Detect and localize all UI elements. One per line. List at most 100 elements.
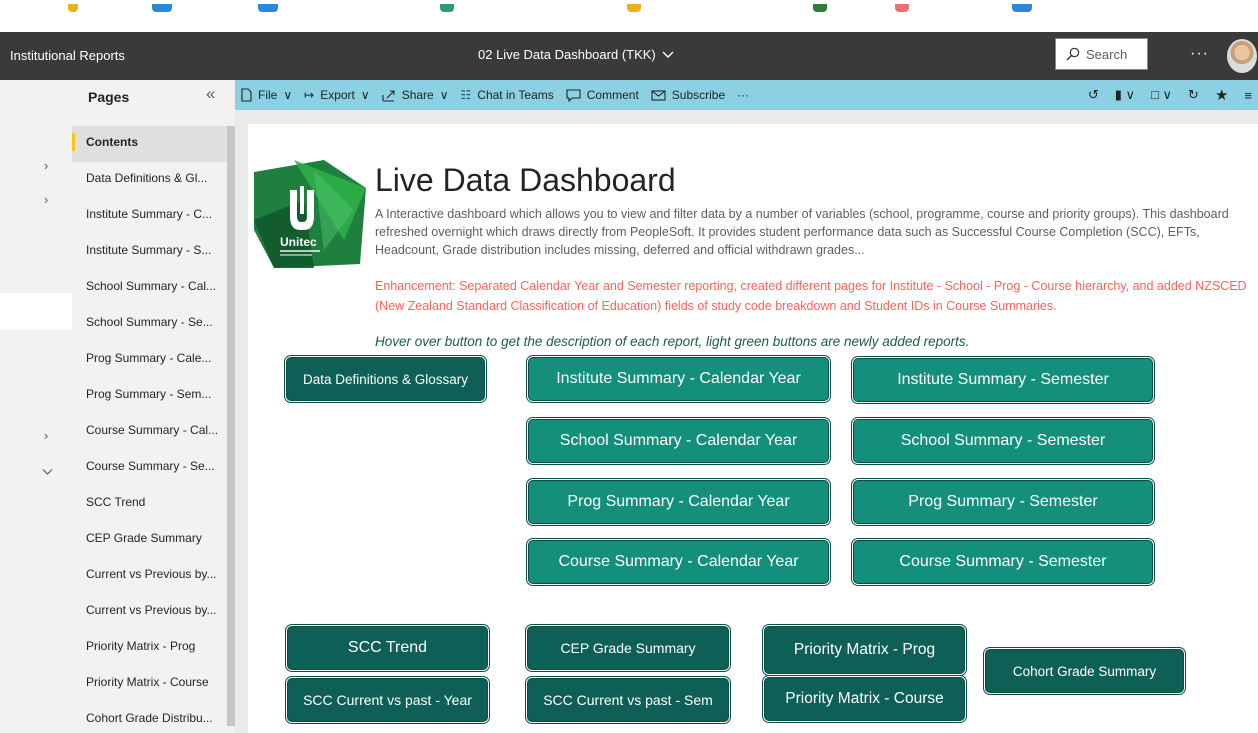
data-definitions-button[interactable]: Data Definitions & Glossary bbox=[287, 358, 484, 400]
report-page: Unitec Live Data Dashboard A Interactive… bbox=[248, 124, 1258, 733]
bookmark-icon[interactable] bbox=[895, 4, 909, 12]
report-canvas: Unitec Live Data Dashboard A Interactive… bbox=[235, 110, 1258, 733]
rail-band bbox=[0, 330, 72, 733]
scc-trend-button[interactable]: SCC Trend bbox=[288, 627, 487, 669]
view-icon[interactable]: □ ∨ bbox=[1151, 87, 1172, 103]
page-item-contents[interactable]: Contents bbox=[72, 126, 227, 162]
report-toolbar: File ∨ ↦ Export ∨ Share ∨ ☷ Chat in Team… bbox=[235, 80, 1258, 110]
bookmark-icon[interactable] bbox=[68, 4, 78, 12]
bookmark-icon[interactable]: ▮ ∨ bbox=[1115, 87, 1135, 103]
bookmark-icon[interactable] bbox=[1012, 4, 1032, 12]
priority-matrix-course-button[interactable]: Priority Matrix - Course bbox=[765, 678, 964, 720]
page-item[interactable]: SCC Trend bbox=[72, 486, 227, 522]
avatar[interactable] bbox=[1227, 39, 1257, 73]
subscribe-button[interactable]: Subscribe bbox=[651, 88, 725, 102]
hover-instruction: Hover over button to get the description… bbox=[375, 334, 970, 349]
page-item[interactable]: Priority Matrix - Prog bbox=[72, 630, 227, 666]
comment-icon bbox=[566, 88, 581, 102]
logo-text: Unitec bbox=[280, 235, 317, 249]
report-title-dropdown[interactable]: 02 Live Data Dashboard (TKK) bbox=[478, 47, 674, 62]
file-icon bbox=[241, 88, 252, 102]
scc-current-vs-past-year-button[interactable]: SCC Current vs past - Year bbox=[288, 679, 487, 721]
page-item[interactable]: Course Summary - Cal... bbox=[72, 414, 227, 450]
chevron-down-icon: ∨ bbox=[360, 88, 370, 102]
pages-header: Pages bbox=[88, 89, 130, 105]
more-options-icon[interactable]: ··· bbox=[737, 88, 749, 102]
chevron-down-icon: ∨ bbox=[283, 88, 293, 102]
page-item[interactable]: Course Summary - Se... bbox=[72, 450, 227, 486]
bookmark-icon[interactable] bbox=[152, 4, 172, 12]
bookmark-icon[interactable] bbox=[440, 4, 454, 12]
bookmarks-bar bbox=[0, 0, 1258, 32]
page-item[interactable]: School Summary - Se... bbox=[72, 306, 227, 342]
bookmark-icon[interactable] bbox=[627, 4, 641, 12]
page-item[interactable]: Current vs Previous by... bbox=[72, 594, 227, 630]
collapse-pane-icon[interactable]: « bbox=[206, 84, 215, 104]
priority-matrix-prog-button[interactable]: Priority Matrix - Prog bbox=[765, 627, 964, 673]
institute-summary-semester-button[interactable]: Institute Summary - Semester bbox=[854, 359, 1152, 401]
page-item[interactable]: School Summary - Cal... bbox=[72, 270, 227, 306]
course-summary-semester-button[interactable]: Course Summary - Semester bbox=[854, 541, 1152, 583]
menu-icon[interactable]: ≡ bbox=[1244, 88, 1252, 103]
chevron-down-icon bbox=[662, 51, 674, 58]
left-rail: › › › bbox=[0, 80, 72, 733]
teams-icon: ☷ bbox=[460, 88, 472, 102]
bookmark-icon[interactable] bbox=[813, 4, 827, 12]
page-item[interactable]: CEP Grade Summary bbox=[72, 522, 227, 558]
page-item[interactable]: Institute Summary - C... bbox=[72, 198, 227, 234]
favorite-star-icon[interactable]: ★ bbox=[1215, 86, 1228, 104]
page-item[interactable]: Data Definitions & Gl... bbox=[72, 162, 227, 198]
chevron-right-icon[interactable]: › bbox=[44, 158, 48, 173]
course-summary-calendar-button[interactable]: Course Summary - Calendar Year bbox=[529, 541, 828, 583]
refresh-icon[interactable]: ↻ bbox=[1188, 87, 1199, 103]
rail-band bbox=[0, 80, 72, 293]
page-item[interactable]: Priority Matrix - Course bbox=[72, 666, 227, 702]
dashboard-description: A Interactive dashboard which allows you… bbox=[375, 207, 1229, 257]
mail-icon bbox=[651, 89, 666, 101]
share-menu[interactable]: Share ∨ bbox=[382, 88, 449, 102]
bookmark-icon[interactable] bbox=[258, 4, 278, 12]
file-label: File bbox=[258, 88, 278, 102]
app-name[interactable]: Institutional Reports bbox=[10, 48, 125, 63]
export-icon: ↦ bbox=[304, 88, 315, 102]
search-placeholder: Search bbox=[1086, 46, 1128, 62]
export-menu[interactable]: ↦ Export ∨ bbox=[304, 88, 370, 102]
more-options-icon[interactable]: ··· bbox=[1190, 45, 1209, 63]
reset-icon[interactable]: ↺ bbox=[1088, 87, 1099, 103]
share-label: Share bbox=[401, 88, 434, 102]
subscribe-label: Subscribe bbox=[671, 88, 726, 102]
page-title: Live Data Dashboard bbox=[375, 162, 676, 198]
page-item[interactable]: Prog Summary - Sem... bbox=[72, 378, 227, 414]
search-input[interactable]: Search bbox=[1055, 38, 1148, 70]
page-item[interactable]: Current vs Previous by... bbox=[72, 558, 227, 594]
chevron-down-icon[interactable] bbox=[42, 468, 53, 476]
report-title: 02 Live Data Dashboard (TKK) bbox=[478, 47, 656, 62]
chat-label: Chat in Teams bbox=[477, 88, 554, 102]
search-icon bbox=[1066, 47, 1080, 61]
title-bar: Institutional Reports 02 Live Data Dashb… bbox=[0, 32, 1258, 80]
comment-button[interactable]: Comment bbox=[566, 88, 639, 102]
page-item[interactable]: Institute Summary - S... bbox=[72, 234, 227, 270]
page-list: Contents Data Definitions & Gl... Instit… bbox=[72, 126, 227, 733]
cep-grade-summary-button[interactable]: CEP Grade Summary bbox=[528, 627, 728, 669]
chat-in-teams-button[interactable]: ☷ Chat in Teams bbox=[461, 88, 554, 102]
scc-current-vs-past-sem-button[interactable]: SCC Current vs past - Sem bbox=[528, 679, 728, 721]
school-summary-calendar-button[interactable]: School Summary - Calendar Year bbox=[529, 420, 828, 462]
toolbar-right: ↺ ▮ ∨ □ ∨ ↻ ★ ≡ bbox=[1088, 80, 1252, 110]
institute-summary-calendar-button[interactable]: Institute Summary - Calendar Year bbox=[529, 358, 828, 400]
file-menu[interactable]: File ∨ bbox=[241, 88, 292, 102]
comment-label: Comment bbox=[586, 88, 639, 102]
school-summary-semester-button[interactable]: School Summary - Semester bbox=[854, 420, 1152, 462]
export-label: Export bbox=[320, 88, 355, 102]
chevron-right-icon[interactable]: › bbox=[44, 428, 48, 443]
cohort-grade-summary-button[interactable]: Cohort Grade Summary bbox=[986, 650, 1183, 692]
prog-summary-semester-button[interactable]: Prog Summary - Semester bbox=[854, 481, 1152, 523]
enhancement-note: Enhancement: Separated Calendar Year and… bbox=[375, 279, 1247, 313]
pages-scrollbar[interactable] bbox=[227, 126, 235, 726]
chevron-down-icon: ∨ bbox=[439, 88, 449, 102]
page-item[interactable]: Cohort Grade Distribu... bbox=[72, 702, 227, 733]
page-item[interactable]: Prog Summary - Cale... bbox=[72, 342, 227, 378]
prog-summary-calendar-button[interactable]: Prog Summary - Calendar Year bbox=[529, 481, 828, 523]
chevron-right-icon[interactable]: › bbox=[44, 192, 48, 207]
share-icon bbox=[382, 89, 395, 102]
